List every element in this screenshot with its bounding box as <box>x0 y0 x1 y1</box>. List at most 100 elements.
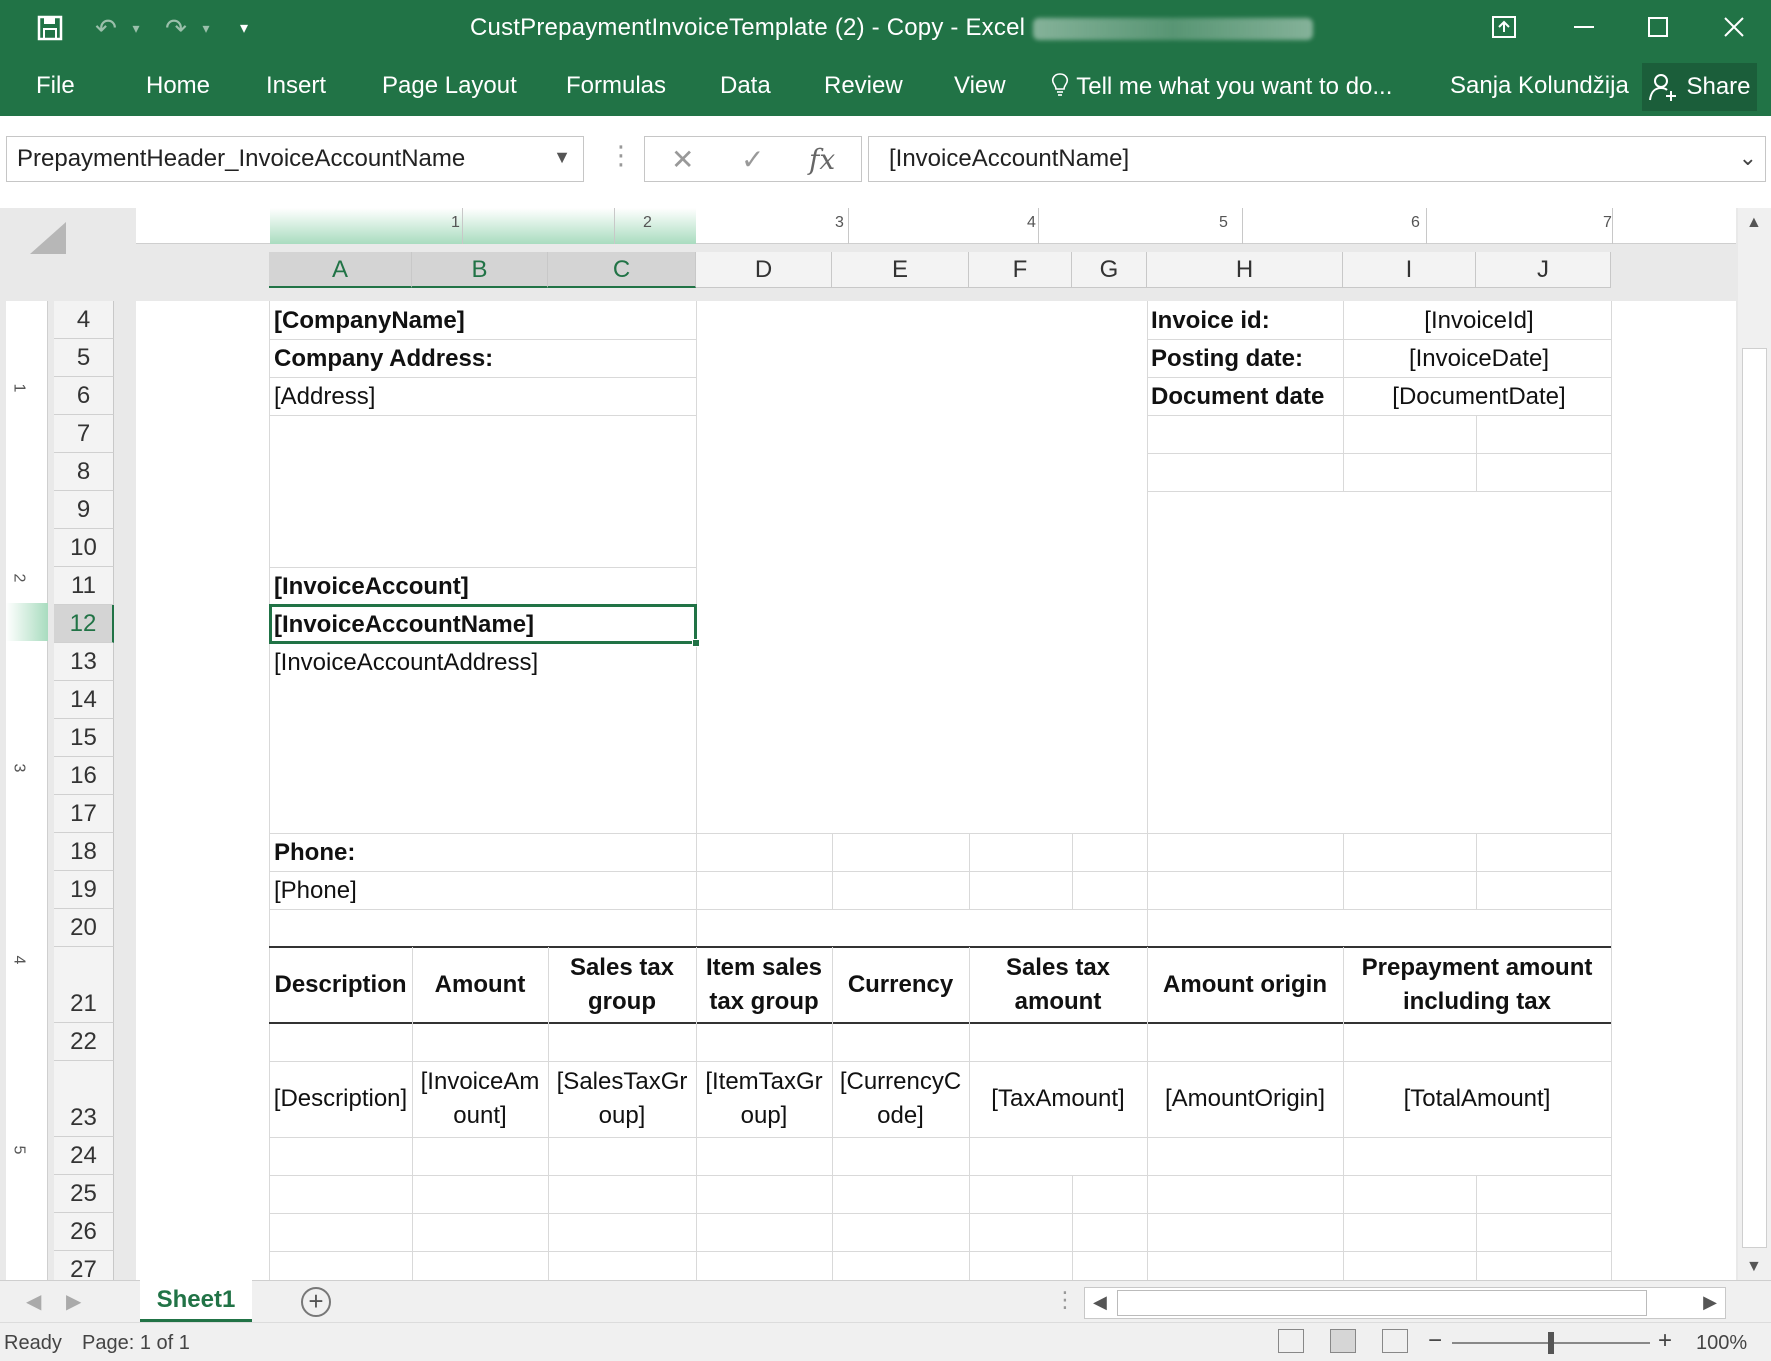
redo-dropdown-icon[interactable]: ▾ <box>196 10 216 46</box>
column-header-b[interactable]: B <box>412 252 548 288</box>
row-header-6[interactable]: 6 <box>54 377 114 415</box>
select-all-corner[interactable] <box>30 222 66 254</box>
column-header-i[interactable]: I <box>1343 252 1476 288</box>
table-header-cell[interactable]: Currency <box>832 947 969 1023</box>
invoice-account-cell[interactable]: [InvoiceAccount] <box>274 568 469 605</box>
tab-formulas[interactable]: Formulas <box>566 72 666 100</box>
table-header-cell[interactable]: Sales tax group <box>548 947 696 1023</box>
row-header-13[interactable]: 13 <box>54 643 114 681</box>
scroll-thumb[interactable] <box>1742 348 1767 1248</box>
split-handle-icon[interactable]: ⋮ <box>1054 1287 1076 1313</box>
close-icon[interactable] <box>1698 4 1770 50</box>
company-address-label[interactable]: Company Address: <box>274 340 493 377</box>
table-cell[interactable]: [TaxAmount] <box>969 1061 1147 1137</box>
expand-formula-icon[interactable]: ⌄ <box>1739 145 1757 171</box>
redo-icon[interactable]: ↷ <box>156 10 196 46</box>
column-header-h[interactable]: H <box>1147 252 1343 288</box>
maximize-icon[interactable] <box>1622 4 1694 50</box>
tab-view[interactable]: View <box>954 72 1006 100</box>
vertical-scrollbar[interactable]: ▲ ▼ <box>1738 208 1771 1280</box>
formula-input[interactable]: [InvoiceAccountName] ⌄ <box>868 136 1766 182</box>
phone-label[interactable]: Phone: <box>274 834 355 871</box>
sheet-tab-sheet1[interactable]: Sheet1 <box>140 1280 252 1322</box>
row-header-15[interactable]: 15 <box>54 719 114 757</box>
row-header-16[interactable]: 16 <box>54 757 114 795</box>
table-cell[interactable]: [TotalAmount] <box>1343 1061 1611 1137</box>
chevron-down-icon[interactable]: ▼ <box>553 147 571 168</box>
table-header-cell[interactable]: Sales tax amount <box>969 947 1147 1023</box>
fill-handle[interactable] <box>692 639 700 647</box>
posting-date-cell[interactable]: [InvoiceDate] <box>1345 340 1613 377</box>
zoom-level[interactable]: 100% <box>1696 1332 1747 1355</box>
column-header-e[interactable]: E <box>832 252 969 288</box>
tab-scroll-left-icon[interactable]: ◀ <box>26 1289 41 1314</box>
scroll-left-icon[interactable]: ◀ <box>1093 1292 1107 1313</box>
table-cell[interactable]: [SalesTaxGroup] <box>548 1061 696 1137</box>
row-header-26[interactable]: 26 <box>54 1213 114 1251</box>
row-header-19[interactable]: 19 <box>54 871 114 909</box>
table-cell[interactable]: [Description] <box>269 1061 412 1137</box>
undo-dropdown-icon[interactable]: ▾ <box>126 10 146 46</box>
row-header-21[interactable]: 21 <box>54 947 114 1023</box>
table-cell[interactable]: [InvoiceAmount] <box>412 1061 548 1137</box>
zoom-slider-handle[interactable] <box>1548 1332 1554 1354</box>
enter-icon[interactable]: ✓ <box>741 143 764 176</box>
share-button[interactable]: Share <box>1642 63 1757 111</box>
invoice-account-name-cell[interactable]: [InvoiceAccountName] <box>274 606 534 643</box>
row-header-8[interactable]: 8 <box>54 453 114 491</box>
scroll-up-icon[interactable]: ▲ <box>1746 214 1762 232</box>
invoice-id-label[interactable]: Invoice id: <box>1151 302 1270 339</box>
table-header-cell[interactable]: Item sales tax group <box>696 947 832 1023</box>
normal-view-icon[interactable] <box>1278 1329 1304 1353</box>
ribbon-display-options-icon[interactable] <box>1468 4 1540 50</box>
minimize-icon[interactable] <box>1548 4 1620 50</box>
scroll-down-icon[interactable]: ▼ <box>1746 1258 1762 1276</box>
cancel-icon[interactable]: ✕ <box>671 143 694 176</box>
row-header-10[interactable]: 10 <box>54 529 114 567</box>
row-header-23[interactable]: 23 <box>54 1061 114 1137</box>
page-layout-view-icon[interactable] <box>1330 1329 1356 1353</box>
tab-file[interactable]: File <box>36 72 75 100</box>
column-header-g[interactable]: G <box>1072 252 1147 288</box>
table-cell[interactable]: [CurrencyCode] <box>832 1061 969 1137</box>
row-header-7[interactable]: 7 <box>54 415 114 453</box>
name-box[interactable]: PrepaymentHeader_InvoiceAccountName ▼ <box>6 136 584 182</box>
new-sheet-icon[interactable]: + <box>301 1287 331 1317</box>
zoom-in-icon[interactable]: + <box>1658 1327 1672 1355</box>
horizontal-scrollbar[interactable]: ◀ ▶ <box>1084 1287 1726 1319</box>
row-header-4[interactable]: 4 <box>54 301 114 339</box>
column-header-a[interactable]: A <box>269 252 412 288</box>
column-header-j[interactable]: J <box>1476 252 1611 288</box>
page-layout-sheet[interactable]: [CompanyName] Company Address: [Address]… <box>136 301 1736 1280</box>
user-name[interactable]: Sanja Kolundžija <box>1450 72 1629 100</box>
table-cell[interactable]: [AmountOrigin] <box>1147 1061 1343 1137</box>
resize-handle-icon[interactable]: ⋮ <box>608 140 636 171</box>
insert-function-icon[interactable]: fx <box>809 143 835 176</box>
table-header-cell[interactable]: Description <box>269 947 412 1023</box>
invoice-account-address-cell[interactable]: [InvoiceAccountAddress] <box>274 644 538 681</box>
tab-review[interactable]: Review <box>824 72 903 100</box>
column-header-d[interactable]: D <box>696 252 832 288</box>
row-header-11[interactable]: 11 <box>54 567 114 605</box>
table-header-cell[interactable]: Prepayment amount including tax <box>1343 947 1611 1023</box>
row-header-17[interactable]: 17 <box>54 795 114 833</box>
row-header-25[interactable]: 25 <box>54 1175 114 1213</box>
tab-insert[interactable]: Insert <box>266 72 326 100</box>
company-name-cell[interactable]: [CompanyName] <box>274 302 465 339</box>
table-header-cell[interactable]: Amount origin <box>1147 947 1343 1023</box>
undo-icon[interactable]: ↶ <box>86 10 126 46</box>
column-header-f[interactable]: F <box>969 252 1072 288</box>
table-header-cell[interactable]: Amount <box>412 947 548 1023</box>
table-cell[interactable]: [ItemTaxGroup] <box>696 1061 832 1137</box>
row-header-5[interactable]: 5 <box>54 339 114 377</box>
page-break-view-icon[interactable] <box>1382 1329 1408 1353</box>
posting-date-label[interactable]: Posting date: <box>1151 340 1303 377</box>
row-header-14[interactable]: 14 <box>54 681 114 719</box>
phone-cell[interactable]: [Phone] <box>274 872 357 909</box>
row-header-24[interactable]: 24 <box>54 1137 114 1175</box>
document-date-label[interactable]: Document date <box>1151 378 1324 415</box>
row-header-22[interactable]: 22 <box>54 1023 114 1061</box>
row-header-12[interactable]: 12 <box>54 605 114 643</box>
column-header-c[interactable]: C <box>548 252 696 288</box>
scroll-thumb[interactable] <box>1117 1290 1647 1316</box>
